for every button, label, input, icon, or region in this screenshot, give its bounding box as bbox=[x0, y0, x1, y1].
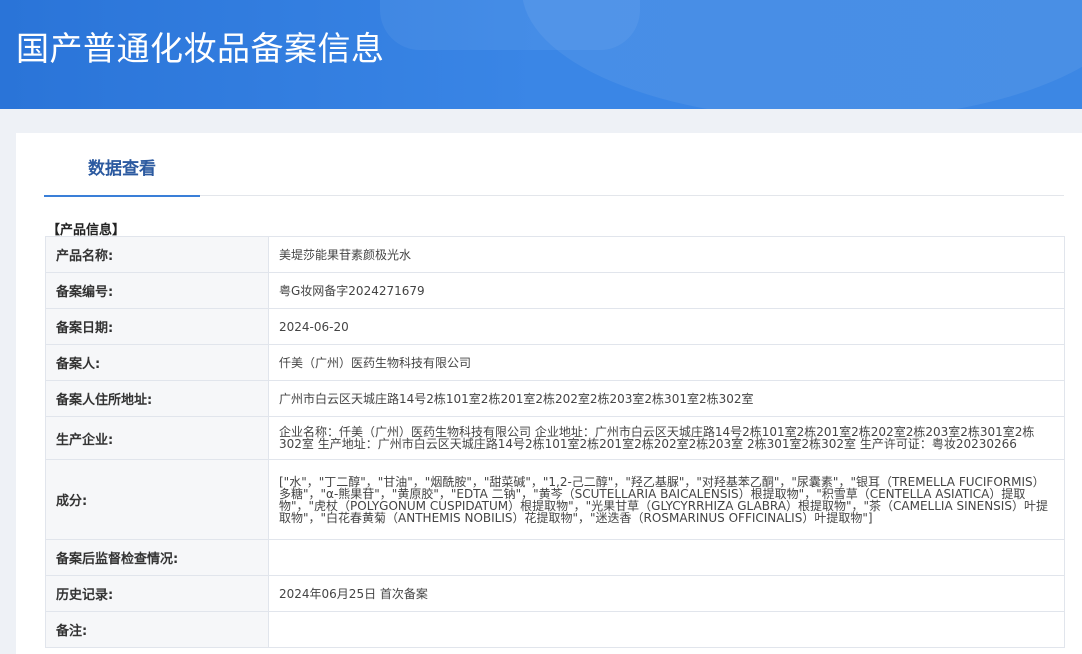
row-label: 备案人住所地址: bbox=[45, 380, 269, 417]
row-label: 备案后监督检查情况: bbox=[45, 539, 269, 576]
row-value bbox=[268, 539, 1065, 576]
row-record-number: 备案编号: 粤G妆网备字2024271679 bbox=[45, 272, 1065, 309]
row-value: 2024年06月25日 首次备案 bbox=[268, 575, 1065, 612]
row-value: 2024-06-20 bbox=[268, 308, 1065, 345]
row-label: 生产企业: bbox=[45, 416, 269, 460]
tab-bar: 数据查看 bbox=[44, 133, 1064, 197]
row-value: 美堤莎能果苷素颜极光水 bbox=[268, 236, 1065, 273]
row-registrant: 备案人: 仟美（广州）医药生物科技有限公司 bbox=[45, 344, 1065, 381]
row-label: 备案编号: bbox=[45, 272, 269, 309]
row-ingredients: 成分: ["水"，"丁二醇"，"甘油"，"烟酰胺"，"甜菜碱"，"1,2-己二醇… bbox=[45, 459, 1065, 540]
banner-decoration bbox=[380, 0, 640, 50]
row-label: 产品名称: bbox=[45, 236, 269, 273]
row-value: 企业名称：仟美（广州）医药生物科技有限公司 企业地址：广州市白云区天城庄路14号… bbox=[268, 416, 1065, 460]
row-label: 备案日期: bbox=[45, 308, 269, 345]
row-label: 成分: bbox=[45, 459, 269, 540]
row-label: 备注: bbox=[45, 611, 269, 648]
row-label: 备案人: bbox=[45, 344, 269, 381]
row-product-name: 产品名称: 美堤莎能果苷素颜极光水 bbox=[45, 236, 1065, 273]
row-remarks: 备注: bbox=[45, 611, 1065, 648]
row-value: 仟美（广州）医药生物科技有限公司 bbox=[268, 344, 1065, 381]
product-info-table: 产品名称: 美堤莎能果苷素颜极光水 备案编号: 粤G妆网备字2024271679… bbox=[45, 236, 1065, 648]
row-label: 历史记录: bbox=[45, 575, 269, 612]
header-banner: 国产普通化妆品备案信息 bbox=[0, 0, 1082, 109]
tab-data-view[interactable]: 数据查看 bbox=[44, 133, 200, 197]
page-title: 国产普通化妆品备案信息 bbox=[16, 29, 385, 68]
row-value: ["水"，"丁二醇"，"甘油"，"烟酰胺"，"甜菜碱"，"1,2-己二醇"，"羟… bbox=[268, 459, 1065, 540]
row-record-date: 备案日期: 2024-06-20 bbox=[45, 308, 1065, 345]
row-history: 历史记录: 2024年06月25日 首次备案 bbox=[45, 575, 1065, 612]
row-post-inspection: 备案后监督检查情况: bbox=[45, 539, 1065, 576]
row-registrant-address: 备案人住所地址: 广州市白云区天城庄路14号2栋101室2栋201室2栋202室… bbox=[45, 380, 1065, 417]
row-value: 粤G妆网备字2024271679 bbox=[268, 272, 1065, 309]
row-value bbox=[268, 611, 1065, 648]
row-manufacturer: 生产企业: 企业名称：仟美（广州）医药生物科技有限公司 企业地址：广州市白云区天… bbox=[45, 416, 1065, 460]
content-card: 数据查看 【产品信息】 产品名称: 美堤莎能果苷素颜极光水 备案编号: 粤G妆网… bbox=[16, 133, 1082, 654]
row-value: 广州市白云区天城庄路14号2栋101室2栋201室2栋202室2栋203室2栋3… bbox=[268, 380, 1065, 417]
